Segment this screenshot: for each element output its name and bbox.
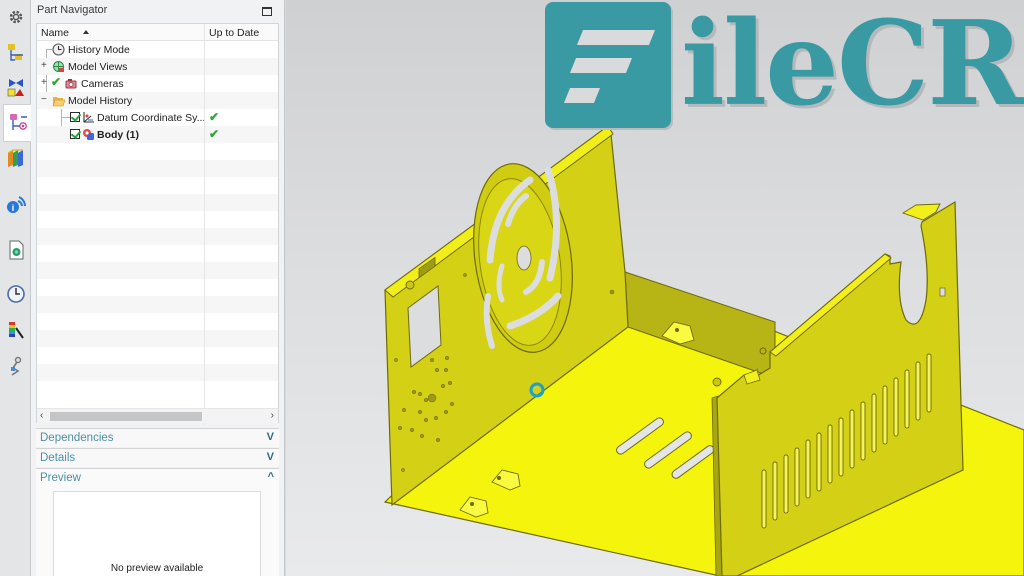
datum-csys-icon <box>83 112 94 123</box>
tree-row-datum-csys[interactable]: Datum Coordinate Sy... ✔ <box>37 109 278 126</box>
panel-title: Part Navigator <box>37 4 108 16</box>
empty-row <box>37 262 278 279</box>
horizontal-scrollbar[interactable]: ‹ › <box>37 408 278 423</box>
scroll-thumb[interactable] <box>50 412 202 421</box>
clock-icon <box>52 43 65 56</box>
empty-row <box>37 296 278 313</box>
empty-row <box>37 177 278 194</box>
camera-icon <box>65 79 77 89</box>
preview-message: No preview available <box>110 563 204 574</box>
folder-open-icon <box>52 97 65 107</box>
tree-row-body[interactable]: Body (1) ✔ <box>37 126 278 143</box>
section-label: Details <box>40 452 76 464</box>
svg-text:i: i <box>12 203 15 213</box>
roles-gear-icon[interactable] <box>2 2 30 32</box>
mount-hole <box>405 280 415 290</box>
section-label: Preview <box>40 472 81 484</box>
row-label: Datum Coordinate Sy... <box>97 112 206 124</box>
empty-row <box>37 143 278 160</box>
preview-area: No preview available <box>53 491 261 576</box>
empty-row <box>37 211 278 228</box>
empty-row <box>37 194 278 211</box>
web-browser-icon[interactable] <box>2 235 30 265</box>
resource-bar: i <box>0 0 32 576</box>
fan-hub-hole <box>516 245 532 271</box>
empty-row <box>37 279 278 296</box>
tree-row-history-mode[interactable]: History Mode <box>37 41 278 58</box>
expand-icon[interactable]: + <box>41 77 47 88</box>
chevron-up-icon[interactable]: ^ <box>268 471 274 483</box>
row-label: History Mode <box>68 44 130 56</box>
nx-window: i Part Navigator Name Up to Date History… <box>0 0 1024 576</box>
tree-row-cameras[interactable]: + ✔ Cameras <box>37 75 278 92</box>
body-icon <box>83 129 94 140</box>
reuse-library-icon[interactable] <box>2 143 30 173</box>
scroll-right-arrow[interactable]: › <box>271 410 274 421</box>
empty-row <box>37 160 278 177</box>
assembly-navigator-icon[interactable] <box>2 38 30 68</box>
row-label: Body (1) <box>97 129 139 141</box>
part-navigator-panel: Part Navigator Name Up to Date History M… <box>31 0 285 576</box>
model-views-icon <box>53 61 64 72</box>
watermark-logo: ileCR <box>545 0 1024 132</box>
tree-row-model-views[interactable]: + Model Views <box>37 58 278 75</box>
empty-row <box>37 245 278 262</box>
up-to-date-check-icon: ✔ <box>209 110 220 124</box>
navigator-tree: Name Up to Date History Mode + Model Vie… <box>36 23 279 425</box>
constraint-navigator-icon[interactable] <box>2 72 30 102</box>
section-dependencies[interactable]: Dependencies V <box>36 428 279 447</box>
row-label: Cameras <box>81 78 124 90</box>
tree-header: Name Up to Date <box>37 24 278 41</box>
watermark-text: ileCR <box>681 0 1024 132</box>
visibility-checkbox[interactable] <box>70 129 80 139</box>
section-details[interactable]: Details V <box>36 448 279 467</box>
collapse-icon[interactable]: − <box>41 94 47 105</box>
row-label: Model History <box>68 95 133 107</box>
sort-ascending-icon <box>83 30 89 34</box>
tree-row-model-history[interactable]: − Model History <box>37 92 278 109</box>
chevron-down-icon[interactable]: V <box>267 431 274 443</box>
hd3d-tools-icon[interactable]: i <box>2 189 30 219</box>
mount-hole <box>712 377 722 387</box>
side-slot <box>939 287 946 297</box>
scroll-left-arrow[interactable]: ‹ <box>40 410 43 421</box>
row-label: Model Views <box>68 61 128 73</box>
expand-icon[interactable]: + <box>41 60 47 71</box>
column-divider <box>204 41 205 425</box>
section-label: Dependencies <box>40 432 114 444</box>
visibility-checkbox[interactable] <box>70 112 80 122</box>
empty-row <box>37 381 278 398</box>
up-to-date-check-icon: ✔ <box>209 127 220 141</box>
maximize-icon[interactable] <box>262 7 272 16</box>
part-navigator-icon[interactable] <box>3 104 32 142</box>
process-studio-icon[interactable] <box>2 351 30 381</box>
column-header-up-to-date[interactable]: Up to Date <box>209 27 259 39</box>
empty-row <box>37 347 278 364</box>
history-icon[interactable] <box>2 279 30 309</box>
visualization-palette-icon[interactable] <box>2 315 30 345</box>
empty-row <box>37 313 278 330</box>
green-check-icon: ✔ <box>51 75 62 89</box>
watermark-f-icon <box>545 2 671 128</box>
empty-row <box>37 330 278 347</box>
empty-row <box>37 364 278 381</box>
empty-row <box>37 228 278 245</box>
column-header-name[interactable]: Name <box>41 27 69 39</box>
chevron-down-icon[interactable]: V <box>267 451 274 463</box>
